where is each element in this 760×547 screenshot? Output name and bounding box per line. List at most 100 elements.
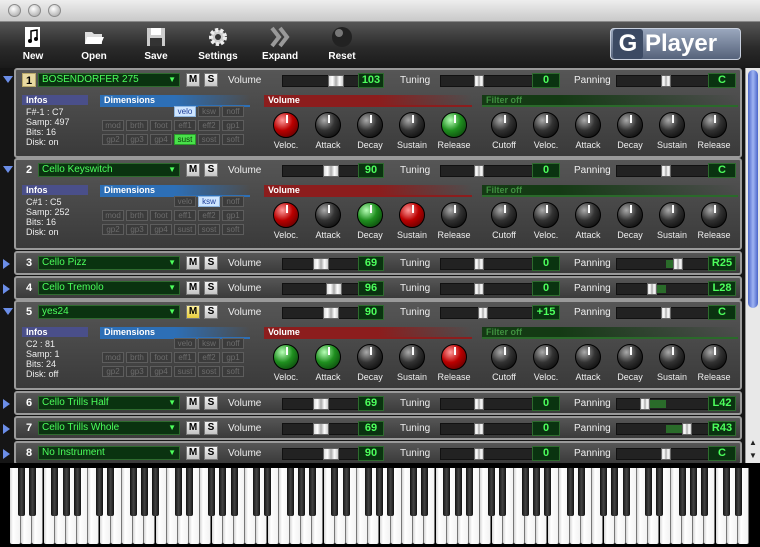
black-piano-key[interactable] <box>264 468 272 516</box>
zoom-window-button[interactable] <box>48 4 61 17</box>
tuning-slider-handle[interactable] <box>478 307 488 319</box>
solo-button[interactable]: S <box>204 73 218 87</box>
expand-channel-1-toggle-icon[interactable] <box>3 76 13 83</box>
veloc-knob[interactable] <box>273 112 299 138</box>
panning-slider-handle[interactable] <box>647 283 657 295</box>
black-piano-key[interactable] <box>443 468 451 516</box>
tuning-slider[interactable] <box>440 307 538 319</box>
tuning-slider-handle[interactable] <box>474 165 484 177</box>
decay-knob[interactable] <box>617 112 643 138</box>
tuning-slider-handle[interactable] <box>474 258 484 270</box>
attack-knob[interactable] <box>315 112 341 138</box>
decay-knob[interactable] <box>357 112 383 138</box>
decay-knob[interactable] <box>357 344 383 370</box>
black-piano-key[interactable] <box>566 468 574 516</box>
black-piano-key[interactable] <box>174 468 182 516</box>
instrument-select[interactable]: BOSENDORFER 275 ▼ <box>38 73 180 87</box>
dimension-gp4-button[interactable]: gp4 <box>150 366 172 377</box>
dimension-foot-button[interactable]: foot <box>150 352 172 363</box>
dimension-foot-button[interactable]: foot <box>150 210 172 221</box>
dimension-gp2-button[interactable]: gp2 <box>102 224 124 235</box>
black-piano-key[interactable] <box>454 468 462 516</box>
dimension-sost-button[interactable]: sost <box>198 224 220 235</box>
dimension-soft-button[interactable]: soft <box>222 224 244 235</box>
sustain-knob[interactable] <box>659 202 685 228</box>
panning-slider[interactable] <box>616 398 714 410</box>
panning-slider-handle[interactable] <box>682 423 692 435</box>
black-piano-key[interactable] <box>544 468 552 516</box>
black-piano-key[interactable] <box>185 468 193 516</box>
solo-button[interactable]: S <box>204 396 218 410</box>
volume-slider-handle[interactable] <box>328 75 344 87</box>
dimension-eff1-button[interactable]: eff1 <box>174 210 196 221</box>
instrument-select[interactable]: Cello Pizz ▼ <box>38 256 180 270</box>
volume-slider[interactable] <box>282 165 364 177</box>
veloc-knob[interactable] <box>273 344 299 370</box>
black-piano-key[interactable] <box>387 468 395 516</box>
panning-slider-handle[interactable] <box>673 258 683 270</box>
expand-channel-3-toggle-icon[interactable] <box>3 259 10 269</box>
panning-slider[interactable] <box>616 448 714 460</box>
volume-slider[interactable] <box>282 398 364 410</box>
instrument-select[interactable]: Cello Trills Whole ▼ <box>38 421 180 435</box>
dimension-brth-button[interactable]: brth <box>126 352 148 363</box>
black-piano-key[interactable] <box>107 468 115 516</box>
panning-slider[interactable] <box>616 307 714 319</box>
black-piano-key[interactable] <box>308 468 316 516</box>
tuning-slider[interactable] <box>440 75 538 87</box>
reset-button[interactable]: Reset <box>314 26 370 62</box>
vertical-scrollbar[interactable]: ▲ ▼ <box>745 68 760 463</box>
close-window-button[interactable] <box>8 4 21 17</box>
scroll-down-arrow-icon[interactable]: ▼ <box>749 451 757 460</box>
black-piano-key[interactable] <box>364 468 372 516</box>
dimension-sust-button[interactable]: sust <box>174 224 196 235</box>
sustain-knob[interactable] <box>399 112 425 138</box>
black-piano-key[interactable] <box>488 468 496 516</box>
dimension-ksw-button[interactable]: ksw <box>198 196 220 207</box>
volume-slider-handle[interactable] <box>323 307 339 319</box>
mute-button[interactable]: M <box>186 421 200 435</box>
mute-button[interactable]: M <box>186 396 200 410</box>
dimension-noff-button[interactable]: noff <box>222 338 244 349</box>
black-piano-key[interactable] <box>62 468 70 516</box>
expand-channel-7-toggle-icon[interactable] <box>3 424 10 434</box>
tuning-slider[interactable] <box>440 448 538 460</box>
save-button[interactable]: Save <box>128 26 184 62</box>
dimension-gp1-button[interactable]: gp1 <box>222 120 244 131</box>
tuning-slider[interactable] <box>440 258 538 270</box>
black-piano-key[interactable] <box>521 468 529 516</box>
panning-slider[interactable] <box>616 423 714 435</box>
black-piano-key[interactable] <box>96 468 104 516</box>
dimension-gp2-button[interactable]: gp2 <box>102 366 124 377</box>
mute-button[interactable]: M <box>186 305 200 319</box>
tuning-slider-handle[interactable] <box>474 423 484 435</box>
dimension-sost-button[interactable]: sost <box>198 366 220 377</box>
panning-slider[interactable] <box>616 258 714 270</box>
instrument-select[interactable]: Cello Trills Half ▼ <box>38 396 180 410</box>
panning-slider[interactable] <box>616 75 714 87</box>
decay-knob[interactable] <box>617 344 643 370</box>
attack-knob[interactable] <box>575 112 601 138</box>
sustain-knob[interactable] <box>399 344 425 370</box>
dimension-velo-button[interactable]: velo <box>174 338 196 349</box>
black-piano-key[interactable] <box>600 468 608 516</box>
black-piano-key[interactable] <box>678 468 686 516</box>
volume-slider[interactable] <box>282 283 364 295</box>
tuning-slider[interactable] <box>440 423 538 435</box>
release-knob[interactable] <box>441 344 467 370</box>
solo-button[interactable]: S <box>204 421 218 435</box>
volume-slider-handle[interactable] <box>326 283 342 295</box>
panning-slider-handle[interactable] <box>640 398 650 410</box>
dimension-eff2-button[interactable]: eff2 <box>198 352 220 363</box>
attack-knob[interactable] <box>575 202 601 228</box>
dimension-eff1-button[interactable]: eff1 <box>174 120 196 131</box>
dimension-gp3-button[interactable]: gp3 <box>126 224 148 235</box>
black-piano-key[interactable] <box>73 468 81 516</box>
solo-button[interactable]: S <box>204 305 218 319</box>
volume-slider[interactable] <box>282 448 364 460</box>
expand-channel-6-toggle-icon[interactable] <box>3 399 10 409</box>
black-piano-key[interactable] <box>622 468 630 516</box>
veloc-knob[interactable] <box>273 202 299 228</box>
veloc-knob[interactable] <box>533 202 559 228</box>
dimension-gp1-button[interactable]: gp1 <box>222 210 244 221</box>
